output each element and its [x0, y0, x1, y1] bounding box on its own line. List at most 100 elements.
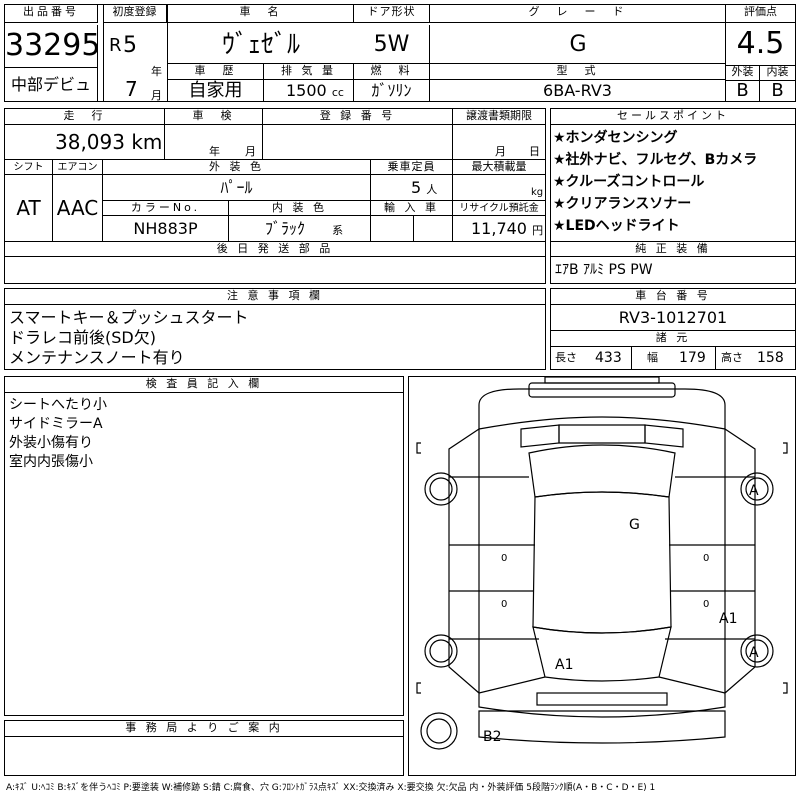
spare-tire-inner-icon	[426, 718, 452, 744]
mileage-label: 走 行	[5, 109, 165, 125]
inspection-cell: 年 月	[165, 125, 263, 159]
height: 158	[757, 350, 784, 366]
displacement-cell: 1500 cc	[264, 80, 354, 101]
score-label: 評価点	[726, 5, 795, 23]
hood-shape	[478, 388, 726, 430]
headlight-left-shape	[520, 424, 560, 448]
model-label: 型 式	[430, 64, 725, 80]
bumper-lip-shape	[544, 377, 660, 384]
ext-color: ﾊﾟｰﾙ	[103, 175, 371, 201]
load-label: 最大積載量	[453, 160, 545, 175]
sales-points-label: セールスポイント	[551, 109, 795, 125]
transfer-day-unit: 日	[529, 145, 540, 158]
era-year: 5	[123, 33, 137, 58]
load-cell: kg	[453, 175, 545, 201]
mark-zero: 0	[501, 553, 508, 564]
mirror-right-icon	[783, 442, 788, 454]
bracket-icon	[416, 682, 421, 694]
rear-bumper-bottom-shape	[478, 710, 726, 744]
divider	[103, 5, 104, 101]
specs-row: 長さ 433 幅 179 高さ 158	[551, 347, 795, 369]
import-label: 輸 入 車	[371, 201, 453, 216]
recycle-label: リサイクル預託金	[453, 201, 545, 216]
kei-unit: 系	[332, 224, 344, 237]
import-cell	[371, 216, 453, 241]
mileage: 38,093	[55, 130, 125, 154]
lot-label: 出品番号	[5, 5, 98, 23]
mark-a1-rear: A1	[555, 657, 574, 673]
mark-zero: 0	[501, 599, 508, 610]
length-label: 長さ	[555, 351, 577, 364]
reg-number-cell	[263, 125, 453, 159]
lot-number: 33295	[5, 25, 100, 67]
inspector-line: 外装小傷有り	[9, 435, 93, 451]
exterior-grade: B	[726, 81, 760, 101]
displacement-label: 排 気 量	[264, 64, 354, 80]
ext-color-label: 外 装 色	[103, 160, 371, 175]
int-color: ﾌﾞﾗｯｸ	[265, 219, 306, 238]
sales-point: ★LEDヘッドライト	[553, 218, 680, 234]
door-label: ドア形状	[354, 5, 430, 23]
debut-tag: 中部デビュ	[5, 67, 98, 101]
inspection-label: 車 検	[165, 109, 263, 125]
car-diagram: G A A1 A A1 B2 0 0 0 0	[408, 376, 796, 776]
width-label: 幅	[647, 351, 658, 364]
length: 433	[595, 350, 622, 366]
interior-grade: B	[771, 80, 784, 101]
history-label: 車 歴	[168, 64, 264, 80]
capacity-label: 乗車定員	[371, 160, 453, 175]
recycle: 11,740	[471, 219, 527, 238]
ac-label: エアコン	[53, 160, 103, 175]
mark-a-front-right: A	[749, 483, 759, 499]
inspector-label: 検 査 員 記 入 欄	[5, 377, 403, 393]
windshield-shape	[528, 444, 676, 498]
ac: AAC	[53, 175, 103, 241]
recycle-cell: 11,740 円	[453, 216, 545, 241]
sales-point: ★クルーズコントロール	[553, 174, 705, 190]
divider	[715, 347, 716, 369]
mark-g: G	[629, 517, 640, 533]
header-table: 出品番号 33295 中部デビュ 初度登録 R 5 年 7 月 車 名 ｳﾞｪｾ…	[4, 4, 796, 102]
note-line: メンテナンスノート有り	[9, 348, 185, 367]
rear-window-shape	[532, 626, 672, 682]
sales-point: ★クリアランスソナー	[553, 196, 692, 212]
genuine-label: 純 正 装 備	[551, 241, 795, 257]
reg-month: 7	[125, 77, 138, 101]
yen-unit: 円	[532, 224, 544, 237]
front-bumper-shape	[528, 382, 676, 398]
sales-points-list: ★ホンダセンシング ★社外ナビ、フルセグ、Bカメラ ★クルーズコントロール ★ク…	[553, 127, 793, 237]
grade: G	[569, 32, 587, 57]
capacity-cell: 5 人	[371, 175, 453, 201]
genuine-equipment: ｴｱB ｱﾙﾐ PS PW	[555, 262, 653, 278]
later-parts-label: 後 日 発 送 部 品	[5, 241, 545, 257]
rear-bumper-shape	[536, 692, 668, 706]
office-label: 事 務 局 よ り ご 案 内	[5, 721, 403, 737]
divider	[413, 216, 414, 241]
sales-points-box: セールスポイント ★ホンダセンシング ★社外ナビ、フルセグ、Bカメラ ★クルーズ…	[550, 108, 796, 284]
int-color-cell: ﾌﾞﾗｯｸ 系	[229, 216, 371, 241]
kg-unit: kg	[531, 187, 544, 198]
mileage-cell: 38,093 km	[5, 125, 165, 159]
notes-label: 注 意 事 項 欄	[5, 289, 545, 305]
fuel-label: 燃 料	[354, 64, 430, 80]
mirror-left-icon	[416, 442, 421, 454]
insp-month-unit: 月	[245, 145, 256, 158]
sales-point: ★社外ナビ、フルセグ、Bカメラ	[553, 152, 758, 168]
car-name: ｳﾞｪｾﾞﾙ	[221, 30, 300, 60]
mark-zero: 0	[703, 599, 710, 610]
sales-point: ★ホンダセンシング	[553, 130, 678, 146]
headlight-right-shape	[644, 424, 684, 448]
divider	[631, 347, 632, 369]
color-no: NH883P	[103, 216, 229, 241]
insp-year-unit: 年	[209, 145, 220, 158]
chassis-label: 車 台 番 号	[551, 289, 795, 305]
capacity: 5	[411, 178, 422, 197]
inspector-line: サイドミラーA	[9, 416, 103, 432]
inspector-line: 室内内張傷小	[9, 454, 93, 470]
bracket-icon	[783, 682, 788, 694]
int-color-label: 内 装 色	[229, 201, 371, 216]
notes-list: スマートキー＆プッシュスタート ドラレコ前後(SD欠) メンテナンスノート有り	[9, 308, 249, 368]
width: 179	[679, 350, 706, 366]
km-unit: km	[131, 130, 163, 154]
vehicle-info-table: 走 行 38,093 km 車 検 年 月 登 録 番 号 譲渡書類期限 月 日…	[4, 108, 546, 284]
